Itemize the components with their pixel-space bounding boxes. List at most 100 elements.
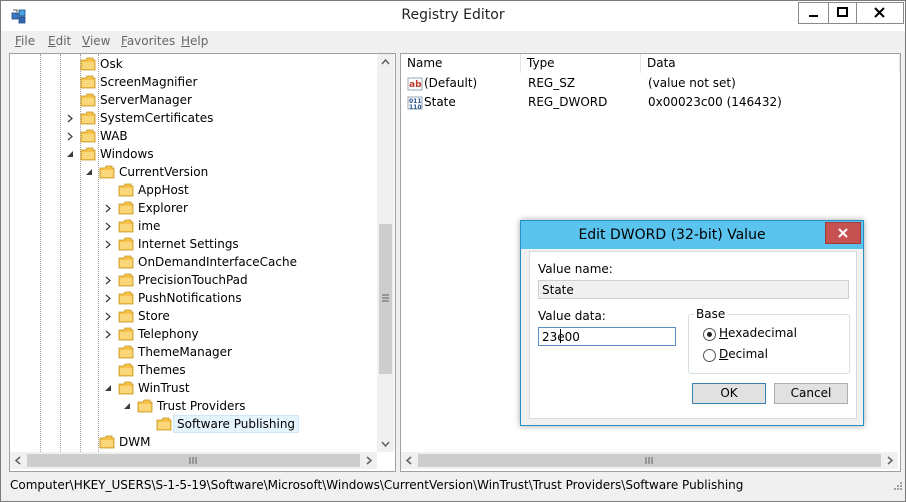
edit-dword-dialog: Edit DWORD (32-bit) Value Value name: St… <box>520 220 864 426</box>
menu-bar: File Edit View Favorites Help <box>1 31 905 51</box>
collapsed-arrow-icon[interactable] <box>104 276 113 285</box>
tree-item-label: Trust Providers <box>157 399 246 413</box>
tree-item[interactable]: WinTrust <box>10 379 376 397</box>
collapsed-arrow-icon[interactable] <box>66 114 75 123</box>
tree-item[interactable]: ime <box>10 217 376 235</box>
scroll-right-arrow-icon[interactable] <box>360 452 377 469</box>
status-path: Computer\HKEY_USERS\S-1-5-19\Software\Mi… <box>10 478 744 492</box>
folder-icon <box>137 399 153 413</box>
window-title: Registry Editor <box>401 7 505 23</box>
key-tree-pane[interactable]: Osk ScreenMagnifier ServerManager SystemCer… <box>9 53 396 472</box>
tree-item[interactable]: PushNotifications <box>10 289 376 307</box>
tree-item[interactable]: Trust Providers <box>10 397 376 415</box>
tree-item[interactable]: Store <box>10 307 376 325</box>
scroll-left-arrow-icon[interactable] <box>401 452 418 469</box>
tree-item[interactable]: Windows <box>10 145 376 163</box>
scroll-down-arrow-icon[interactable] <box>377 435 394 452</box>
hexadecimal-label[interactable]: Hexadecimal <box>719 326 797 340</box>
expanded-arrow-icon[interactable] <box>123 402 132 411</box>
tree-item[interactable]: AppHost <box>10 181 376 199</box>
scroll-left-arrow-icon[interactable] <box>10 452 27 469</box>
minimize-button[interactable] <box>798 2 830 24</box>
list-horizontal-scrollbar[interactable] <box>401 452 898 469</box>
tree-item[interactable]: ServerManager <box>10 91 376 109</box>
tree-item[interactable]: Themes <box>10 361 376 379</box>
tree-item[interactable]: Telephony <box>10 325 376 343</box>
folder-icon <box>118 327 134 341</box>
scroll-right-arrow-icon[interactable] <box>881 452 898 469</box>
hexadecimal-radio[interactable] <box>703 328 716 341</box>
list-hscroll-thumb[interactable] <box>418 454 881 467</box>
menu-view[interactable]: View <box>82 34 110 48</box>
tree-item[interactable]: SystemCertificates <box>10 109 376 127</box>
tree-item[interactable]: PrecisionTouchPad <box>10 271 376 289</box>
tree-item-label: Windows <box>100 147 154 161</box>
hexadecimal-rest: exadecimal <box>728 326 797 340</box>
expanded-arrow-icon[interactable] <box>104 384 113 393</box>
tree-item-label: DWM <box>119 435 151 449</box>
scroll-up-arrow-icon[interactable] <box>377 54 394 71</box>
collapsed-arrow-icon[interactable] <box>104 330 113 339</box>
menu-file[interactable]: File <box>15 34 35 48</box>
decimal-label[interactable]: Decimal <box>719 347 768 361</box>
tree-item[interactable]: OnDemandInterfaceCache <box>10 253 376 271</box>
tree-item-label: ime <box>138 219 161 233</box>
tree-item[interactable]: Internet Settings <box>10 235 376 253</box>
folder-icon <box>80 75 96 89</box>
tree-horizontal-scrollbar[interactable] <box>10 452 377 469</box>
cancel-button[interactable]: Cancel <box>774 383 848 404</box>
expanded-arrow-icon[interactable] <box>85 168 94 177</box>
menu-view-rest: iew <box>89 34 111 48</box>
collapsed-arrow-icon[interactable] <box>104 240 113 249</box>
dialog-close-button[interactable] <box>825 222 861 244</box>
column-header-type[interactable]: Type <box>521 54 641 73</box>
tree-item[interactable]: CurrentVersion <box>10 163 376 181</box>
tree-item-label: ServerManager <box>100 93 192 107</box>
tree-item-label: SystemCertificates <box>100 111 214 125</box>
menu-favorites[interactable]: Favorites <box>121 34 175 48</box>
menu-edit[interactable]: Edit <box>48 34 71 48</box>
menu-help[interactable]: Help <box>181 34 208 48</box>
collapsed-arrow-icon[interactable] <box>104 312 113 321</box>
value-name: (Default) <box>424 76 478 90</box>
folder-icon <box>80 129 96 143</box>
tree-item[interactable]: Software Publishing <box>10 415 376 433</box>
close-icon <box>838 228 848 238</box>
folder-icon <box>118 237 134 251</box>
tree-item[interactable]: DWM <box>10 433 376 451</box>
folder-icon <box>99 165 115 179</box>
tree-item-label: WinTrust <box>138 381 190 395</box>
tree-item[interactable]: ThemeManager <box>10 343 376 361</box>
value-data: (value not set) <box>648 76 736 90</box>
tree-hscroll-thumb[interactable] <box>27 454 360 467</box>
collapsed-arrow-icon[interactable] <box>104 222 113 231</box>
tree-item[interactable]: WAB <box>10 127 376 145</box>
tree-item-label: Software Publishing <box>173 415 300 433</box>
decimal-radio[interactable] <box>703 349 716 362</box>
tree-item-label: ThemeManager <box>138 345 232 359</box>
tree-vertical-scrollbar[interactable] <box>377 54 394 452</box>
tree-item-label: Osk <box>100 57 123 71</box>
ok-button[interactable]: OK <box>692 383 766 404</box>
tree-item[interactable]: ScreenMagnifier <box>10 73 376 91</box>
maximize-button[interactable] <box>828 2 858 24</box>
expanded-arrow-icon[interactable] <box>66 150 75 159</box>
column-header-name[interactable]: Name <box>401 54 521 73</box>
tree-item-label: CurrentVersion <box>119 165 209 179</box>
tree-scroll-thumb[interactable] <box>379 224 392 374</box>
svg-text:110: 110 <box>409 104 422 111</box>
close-button[interactable] <box>856 2 904 24</box>
collapsed-arrow-icon[interactable] <box>104 294 113 303</box>
column-header-data[interactable]: Data <box>641 54 900 73</box>
value-data-input[interactable]: 23e00 <box>538 327 676 346</box>
value-name-field: State <box>538 280 849 299</box>
dialog-title-bar[interactable]: Edit DWORD (32-bit) Value <box>521 221 863 249</box>
tree-item[interactable]: Osk <box>10 55 376 73</box>
resize-grip-icon[interactable] <box>891 481 903 493</box>
collapsed-arrow-icon[interactable] <box>104 204 113 213</box>
collapsed-arrow-icon[interactable] <box>66 132 75 141</box>
menu-view-accel: V <box>82 34 90 48</box>
tree-item[interactable]: Explorer <box>10 199 376 217</box>
hgrip-icon <box>189 457 197 464</box>
title-bar[interactable]: Registry Editor <box>1 1 905 31</box>
